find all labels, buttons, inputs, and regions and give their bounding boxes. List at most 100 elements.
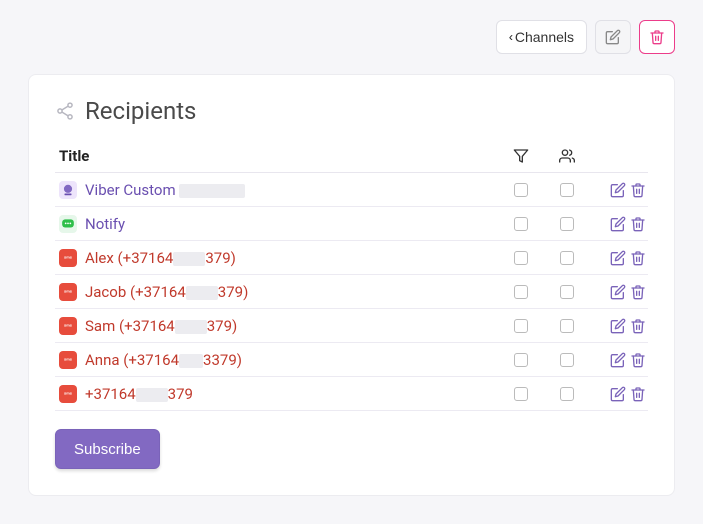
- row-title-suffix: 379): [207, 317, 238, 335]
- svg-text:sms: sms: [64, 288, 73, 293]
- row-actions-cell: [590, 250, 648, 266]
- row-group-cell: [544, 183, 590, 197]
- row-edit-button[interactable]: [610, 318, 626, 334]
- filter-checkbox[interactable]: [514, 387, 528, 401]
- group-checkbox[interactable]: [560, 319, 574, 333]
- row-title-cell: smsAnna (+371643379): [55, 351, 498, 369]
- row-edit-button[interactable]: [610, 284, 626, 300]
- row-delete-button[interactable]: [630, 386, 646, 402]
- filter-checkbox[interactable]: [514, 353, 528, 367]
- channels-button[interactable]: ‹‹ Channels: [496, 20, 587, 54]
- row-title-cell: sms Alex (+37164379): [55, 249, 498, 267]
- group-checkbox[interactable]: [560, 353, 574, 367]
- group-checkbox[interactable]: [560, 217, 574, 231]
- row-filter-cell: [498, 387, 544, 401]
- filter-checkbox[interactable]: [514, 319, 528, 333]
- row-title-part: Notify: [85, 215, 125, 233]
- column-title: Title: [55, 147, 498, 165]
- group-checkbox[interactable]: [560, 387, 574, 401]
- row-group-cell: [544, 319, 590, 333]
- row-title-cell: Viber Custom: [55, 181, 498, 199]
- row-group-cell: [544, 353, 590, 367]
- row-group-cell: [544, 217, 590, 231]
- group-checkbox[interactable]: [560, 183, 574, 197]
- edit-button[interactable]: [595, 20, 631, 54]
- redacted-text: [179, 184, 245, 198]
- svg-text:sms: sms: [64, 390, 73, 395]
- group-icon: [558, 148, 576, 164]
- row-delete-button[interactable]: [630, 352, 646, 368]
- card-title: Recipients: [85, 97, 196, 125]
- row-title-part: +37164: [85, 385, 136, 403]
- row-filter-cell: [498, 251, 544, 265]
- row-title-suffix: 379: [168, 385, 193, 403]
- delete-button[interactable]: [639, 20, 675, 54]
- subscribe-button[interactable]: Subscribe: [55, 429, 160, 469]
- row-title[interactable]: Viber Custom: [85, 181, 245, 199]
- row-title[interactable]: Anna (+371643379): [85, 351, 242, 369]
- filter-checkbox[interactable]: [514, 217, 528, 231]
- row-actions-cell: [590, 386, 648, 402]
- subscribe-wrap: Subscribe: [55, 429, 648, 469]
- share-icon: [55, 101, 75, 121]
- row-title[interactable]: Alex (+37164379): [85, 249, 236, 267]
- filter-checkbox[interactable]: [514, 285, 528, 299]
- row-delete-button[interactable]: [630, 216, 646, 232]
- row-title-cell: sms +37164 379: [55, 385, 498, 403]
- trash-icon: [649, 29, 665, 45]
- row-delete-button[interactable]: [630, 182, 646, 198]
- recipients-table: Title Viber Custom Notify sms Alex (+37164…: [55, 139, 648, 411]
- row-edit-button[interactable]: [610, 352, 626, 368]
- row-edit-button[interactable]: [610, 182, 626, 198]
- table-row: Viber Custom: [55, 173, 648, 207]
- row-title-suffix: 379): [218, 283, 249, 301]
- edit-icon: [605, 29, 621, 45]
- group-checkbox[interactable]: [560, 251, 574, 265]
- filter-checkbox[interactable]: [514, 183, 528, 197]
- column-group: [544, 148, 590, 164]
- row-title-part: Sam (+37164: [85, 317, 175, 335]
- row-filter-cell: [498, 353, 544, 367]
- row-edit-button[interactable]: [610, 250, 626, 266]
- sms-icon: sms: [59, 283, 77, 301]
- row-group-cell: [544, 387, 590, 401]
- table-row: smsAnna (+371643379): [55, 343, 648, 377]
- row-title[interactable]: +37164 379: [85, 385, 193, 403]
- row-title-part: Viber Custom: [85, 181, 179, 199]
- redacted-text: [179, 354, 203, 368]
- row-title[interactable]: Notify: [85, 215, 125, 233]
- row-delete-button[interactable]: [630, 250, 646, 266]
- line-icon: [59, 215, 77, 233]
- row-delete-button[interactable]: [630, 284, 646, 300]
- table-row: sms +37164 379: [55, 377, 648, 411]
- row-title[interactable]: Sam (+37164 379): [85, 317, 237, 335]
- row-actions-cell: [590, 182, 648, 198]
- subscribe-button-label: Subscribe: [74, 441, 141, 458]
- channels-button-label: Channels: [515, 29, 574, 45]
- sms-icon: sms: [59, 317, 77, 335]
- row-title-part: Jacob (+37164: [85, 283, 186, 301]
- row-edit-button[interactable]: [610, 386, 626, 402]
- row-actions-cell: [590, 216, 648, 232]
- row-delete-button[interactable]: [630, 318, 646, 334]
- filter-checkbox[interactable]: [514, 251, 528, 265]
- redacted-text: [136, 388, 168, 402]
- top-toolbar: ‹‹ Channels: [0, 0, 703, 54]
- row-group-cell: [544, 285, 590, 299]
- row-title[interactable]: Jacob (+37164 379): [85, 283, 248, 301]
- row-filter-cell: [498, 183, 544, 197]
- row-filter-cell: [498, 319, 544, 333]
- row-actions-cell: [590, 318, 648, 334]
- row-edit-button[interactable]: [610, 216, 626, 232]
- table-row: Notify: [55, 207, 648, 241]
- table-row: sms Jacob (+37164 379): [55, 275, 648, 309]
- row-filter-cell: [498, 285, 544, 299]
- sms-icon: sms: [59, 249, 77, 267]
- filter-icon: [513, 148, 529, 164]
- row-title-suffix: 3379): [203, 351, 242, 369]
- table-row: sms Alex (+37164379): [55, 241, 648, 275]
- sms-icon: sms: [59, 385, 77, 403]
- row-title-cell: sms Sam (+37164 379): [55, 317, 498, 335]
- table-header: Title: [55, 139, 648, 173]
- group-checkbox[interactable]: [560, 285, 574, 299]
